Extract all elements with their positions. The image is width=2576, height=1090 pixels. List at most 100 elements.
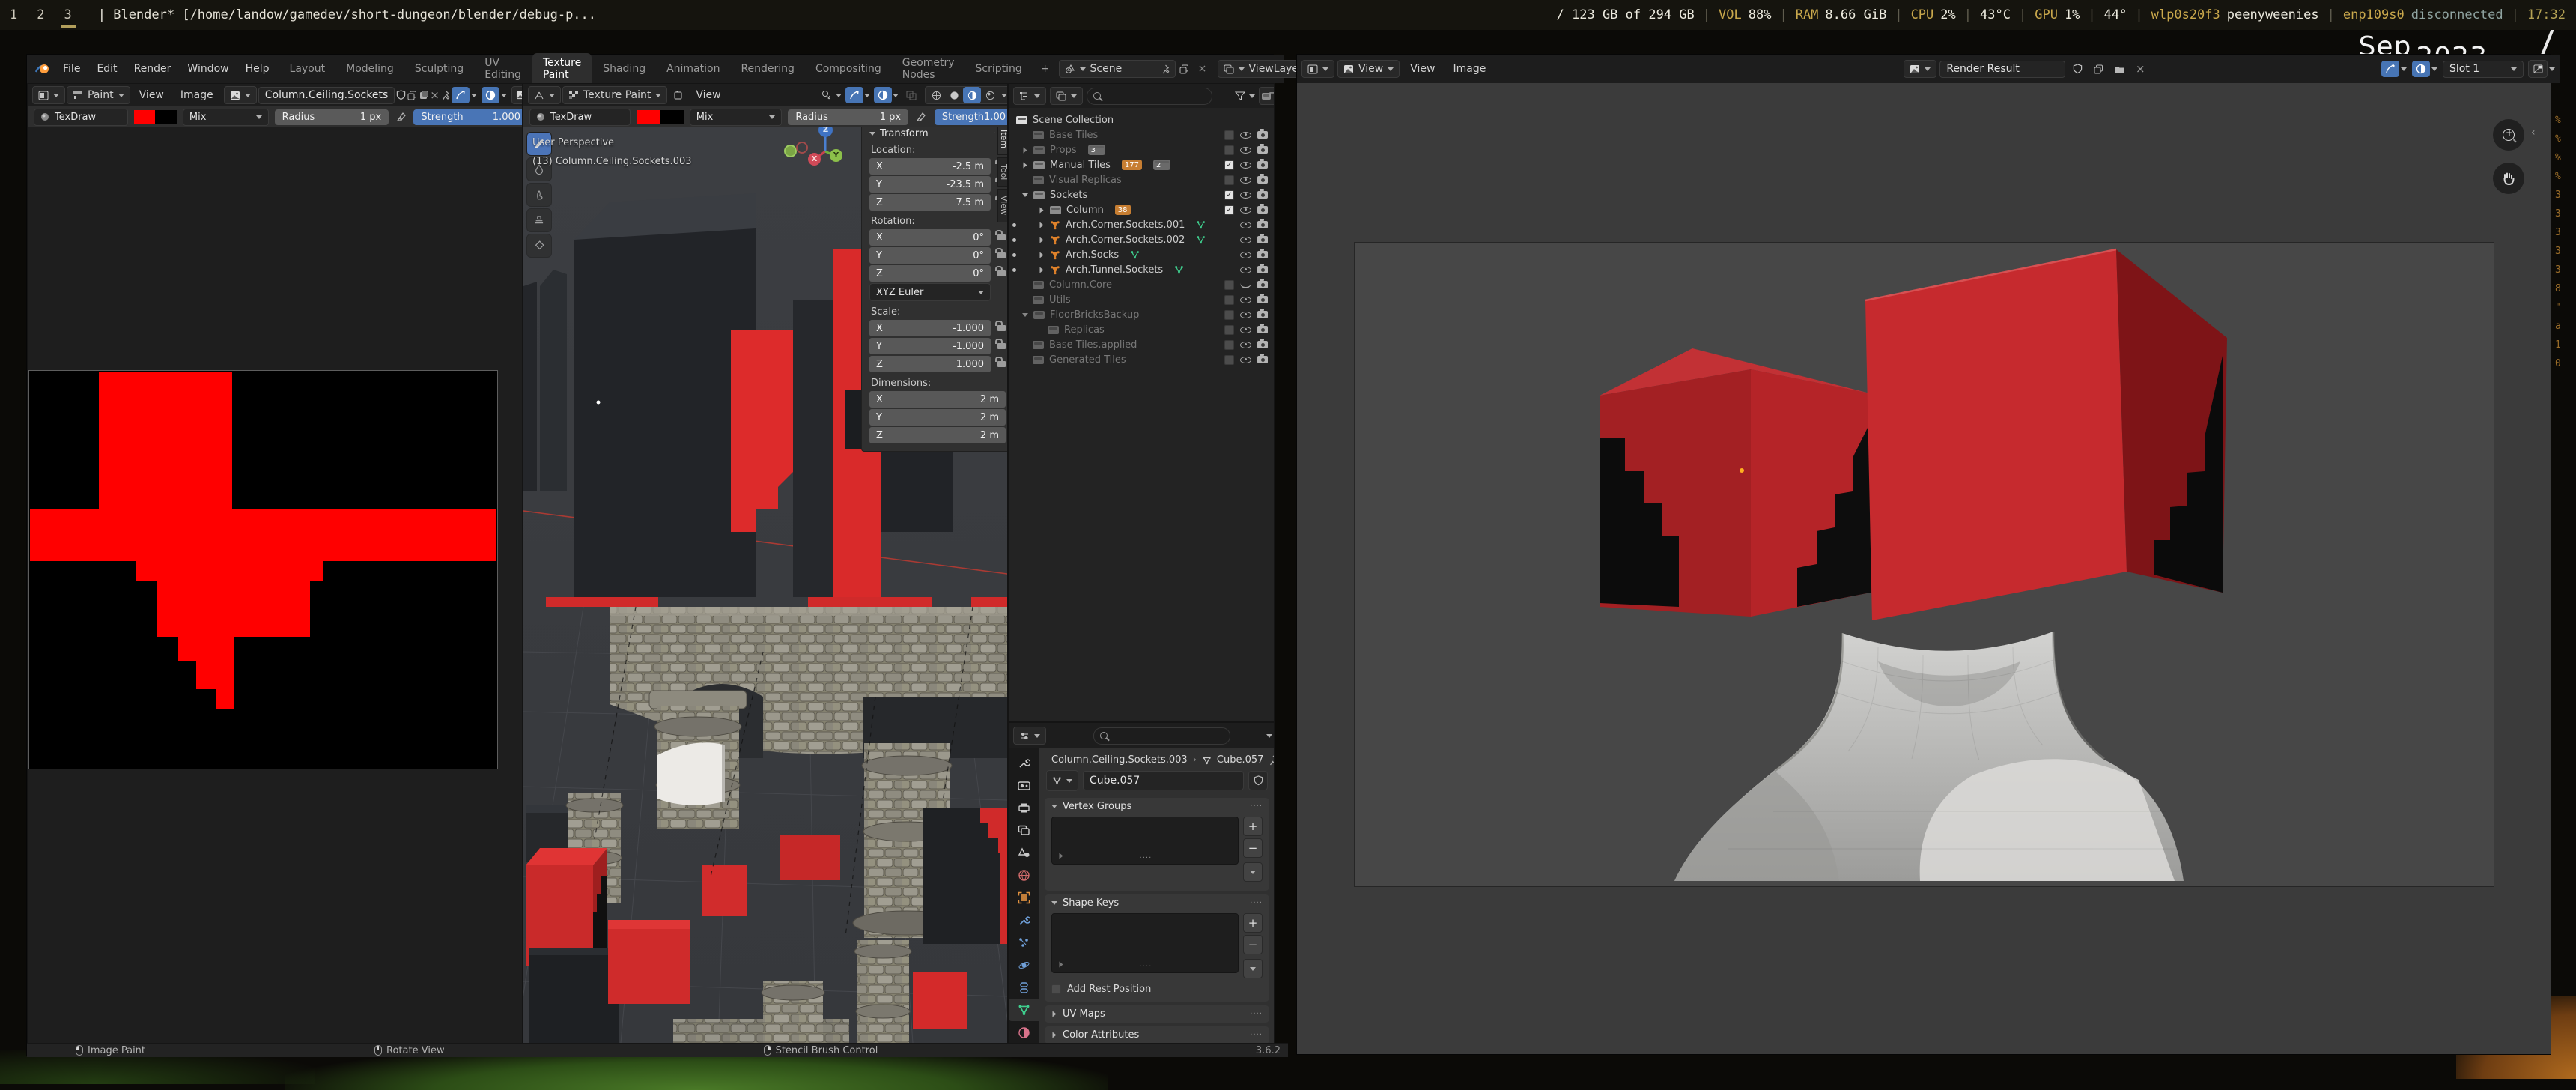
tab-view-layer[interactable] <box>1009 819 1039 841</box>
strength-slider[interactable]: Strength1.000 <box>413 109 523 125</box>
mesh-name-field[interactable]: Cube.057 <box>1083 771 1244 790</box>
tab-compositing[interactable]: Compositing <box>806 60 891 78</box>
eye-icon[interactable] <box>1240 252 1251 258</box>
editor-type-selector[interactable] <box>1013 87 1046 105</box>
lock-icon[interactable] <box>997 361 1006 367</box>
exclude-checkbox[interactable] <box>1224 355 1234 365</box>
texture-image[interactable] <box>28 370 498 769</box>
tab-scene[interactable] <box>1009 841 1039 864</box>
image-datablock-icon[interactable] <box>1904 60 1936 78</box>
outliner-row-scene-collection[interactable]: Scene Collection <box>1009 112 1274 127</box>
exclude-checkbox[interactable] <box>1224 295 1234 305</box>
pin-icon[interactable] <box>441 87 450 103</box>
display-channels-selector[interactable] <box>2528 60 2548 78</box>
collapse-icon[interactable] <box>1022 313 1028 317</box>
unlink-image-button[interactable]: × <box>2131 61 2149 77</box>
gizmos-toggle[interactable] <box>452 87 470 103</box>
mesh-datablock-selector[interactable] <box>1046 770 1078 791</box>
outliner-row-manual-tiles[interactable]: Manual Tiles 177 2 ✓ <box>1009 157 1274 172</box>
exclude-checkbox[interactable]: ✓ <box>1224 205 1234 215</box>
outliner-search[interactable] <box>1087 88 1212 105</box>
eye-icon[interactable] <box>1240 147 1251 154</box>
outliner-row-floorbricksbackup[interactable]: FloorBricksBackup <box>1009 307 1274 322</box>
unlink-scene-button[interactable]: × <box>1194 61 1212 77</box>
shading-solid[interactable] <box>945 87 963 103</box>
expand-icon[interactable] <box>1024 162 1027 168</box>
exclude-checkbox[interactable]: ✓ <box>1224 160 1234 170</box>
eye-icon[interactable] <box>1240 192 1251 199</box>
menu-view[interactable]: View <box>688 88 728 102</box>
eye-closed-icon[interactable] <box>1240 282 1251 288</box>
radius-slider[interactable]: Radius1 px <box>275 109 389 125</box>
shading-material-preview[interactable] <box>963 87 981 103</box>
chevron-down-icon[interactable] <box>471 94 477 97</box>
camera-icon[interactable] <box>1257 221 1268 228</box>
overlays-toggle[interactable] <box>2412 61 2430 77</box>
color-attributes-header[interactable]: Color Attributes ···· <box>1045 1026 1269 1044</box>
shape-keys-header[interactable]: Shape Keys ···· <box>1045 894 1269 912</box>
editor-type-selector[interactable] <box>32 86 65 104</box>
chevron-down-icon[interactable] <box>864 94 870 97</box>
menu-edit[interactable]: Edit <box>89 62 124 76</box>
pan-hand-button[interactable] <box>2493 163 2524 194</box>
image-name-field[interactable]: Column.Ceiling.Sockets <box>258 87 395 104</box>
new-collection-button[interactable]: + <box>1259 87 1275 105</box>
outliner-row-sockets[interactable]: Sockets ✓ <box>1009 187 1274 202</box>
outliner-row-base-tiles-applied[interactable]: Base Tiles.applied <box>1009 337 1274 352</box>
xray-toggle[interactable] <box>902 87 920 103</box>
tab-item[interactable]: Item <box>997 123 1008 155</box>
eye-icon[interactable] <box>1240 267 1251 273</box>
blend-mode-select[interactable]: Mix <box>690 109 783 126</box>
open-image-button[interactable] <box>2110 61 2128 77</box>
expand-icon[interactable] <box>1040 252 1044 258</box>
camera-icon[interactable] <box>1257 311 1268 318</box>
exclude-checkbox[interactable] <box>1224 175 1234 185</box>
expand-icon[interactable] <box>1024 147 1027 153</box>
tab-sculpting[interactable]: Sculpting <box>405 60 473 78</box>
eye-icon[interactable] <box>1240 162 1251 169</box>
list-expand-icon[interactable] <box>1060 853 1063 859</box>
panel-grip[interactable]: ···· <box>1250 1010 1263 1018</box>
camera-icon[interactable] <box>1257 206 1268 214</box>
list-expand-icon[interactable] <box>1060 962 1063 968</box>
tab-material[interactable] <box>1009 1021 1039 1044</box>
menu-image[interactable]: Image <box>1445 62 1493 76</box>
eye-icon[interactable] <box>1240 357 1251 363</box>
camera-icon[interactable] <box>1257 341 1268 348</box>
eye-icon[interactable] <box>1240 222 1251 228</box>
chevron-down-icon[interactable] <box>1001 94 1007 97</box>
workspace-2[interactable]: 2 <box>27 0 54 30</box>
strength-slider[interactable]: Strength1.00 <box>935 109 1008 125</box>
chevron-down-icon[interactable] <box>893 94 899 97</box>
chevron-down-icon[interactable] <box>501 94 507 97</box>
outliner-row-arch-corner-001[interactable]: Arch.Corner.Sockets.001 <box>1009 217 1274 232</box>
tab-layout[interactable]: Layout <box>280 60 335 78</box>
remove-shape-key-button[interactable]: − <box>1243 935 1263 954</box>
camera-icon[interactable] <box>1257 296 1268 303</box>
panel-grip[interactable]: ···· <box>1250 899 1263 907</box>
editor-type-selector[interactable] <box>1013 727 1046 745</box>
zoom-button[interactable]: + <box>2493 119 2524 151</box>
image-datablock-icon[interactable] <box>224 86 257 104</box>
tool-fill[interactable] <box>526 234 552 258</box>
exclude-checkbox[interactable] <box>1224 130 1234 140</box>
tab-render[interactable] <box>1009 774 1039 796</box>
eye-icon[interactable] <box>1240 297 1251 303</box>
gizmo-minus-y-axis[interactable] <box>784 145 797 157</box>
add-rest-position-checkbox[interactable] <box>1051 984 1061 994</box>
render-result-name-field[interactable]: Render Result <box>1939 61 2065 78</box>
tab-texture-paint[interactable]: Texture Paint <box>532 53 592 85</box>
exclude-checkbox[interactable] <box>1224 145 1234 155</box>
view-mode-selector[interactable]: View <box>1337 60 1400 78</box>
camera-icon[interactable] <box>1257 356 1268 363</box>
outliner-row-utils[interactable]: Utils <box>1009 292 1274 307</box>
expand-icon[interactable] <box>1040 222 1044 228</box>
tab-uv-editing[interactable]: UV Editing <box>475 54 531 84</box>
breadcrumb-object[interactable]: Column.Ceiling.Sockets.003 <box>1051 754 1188 766</box>
outliner-row-arch-corner-002[interactable]: Arch.Corner.Sockets.002 <box>1009 232 1274 247</box>
collapse-icon[interactable] <box>1022 193 1028 197</box>
eye-icon[interactable] <box>1240 342 1251 348</box>
tab-animation[interactable]: Animation <box>657 60 729 78</box>
paint-mode-selector[interactable]: Paint <box>67 86 130 104</box>
workspace-1[interactable]: 1 <box>0 0 27 30</box>
